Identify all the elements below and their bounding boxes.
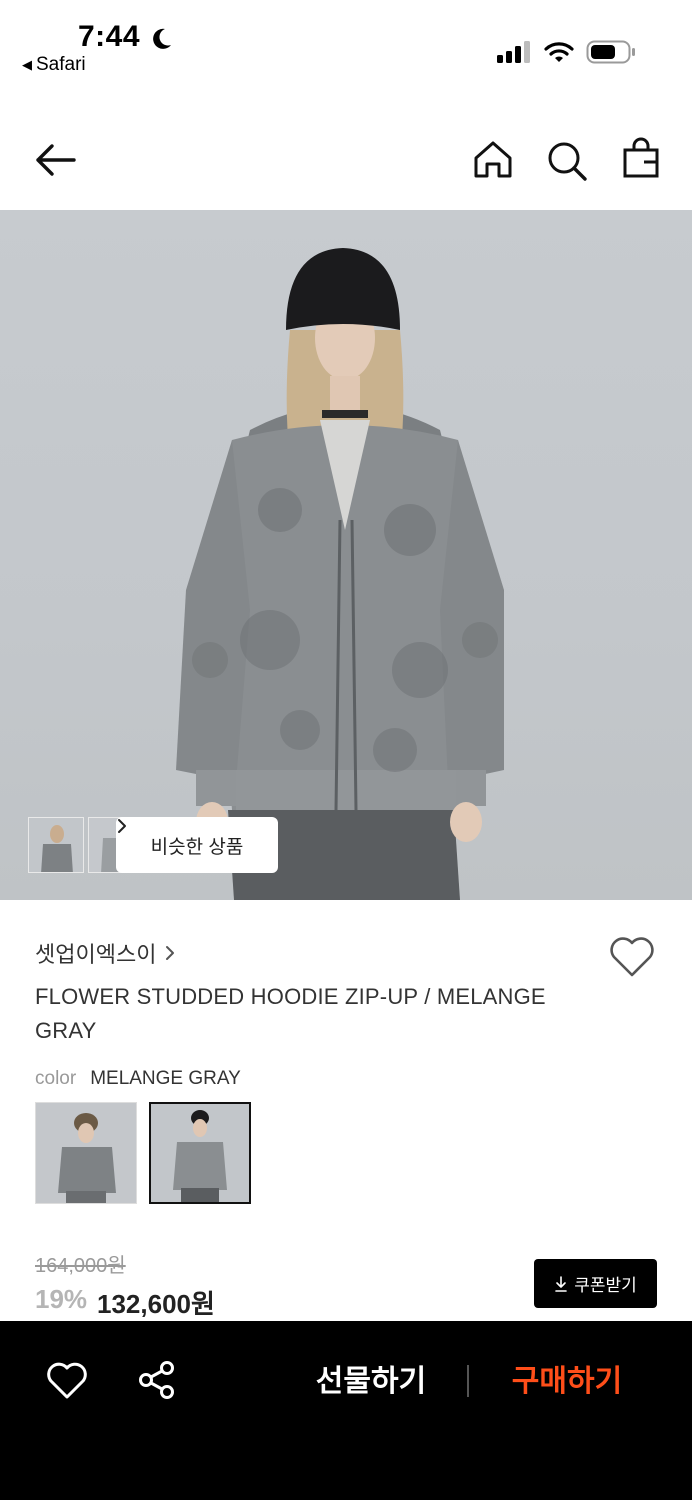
bottom-heart-icon[interactable] [46,1361,88,1401]
color-value: MELANGE GRAY [90,1068,241,1089]
back-triangle-icon: ◀ [22,57,32,72]
similar-products-button[interactable]: 비슷한 상품 [116,817,278,873]
chevron-right-icon [118,819,126,833]
buy-button[interactable]: 구매하기 [496,1361,638,1403]
home-icon[interactable] [470,134,516,186]
status-bar: 7:44 ◀ Safari [0,0,692,90]
model-illustration [176,248,504,900]
color-swatches [35,1102,251,1204]
bottom-action-bar: 선물하기 구매하기 [0,1321,692,1500]
wifi-icon [544,42,574,62]
top-nav-bar [0,110,692,210]
coupon-label: 쿠폰받기 [574,1276,637,1295]
download-icon [555,1275,568,1292]
signal-icon [497,41,530,63]
thumbnail-1[interactable] [28,817,84,873]
similar-products-label: 비슷한 상품 [150,836,244,858]
color-swatch-2[interactable] [149,1102,251,1204]
status-time: 7:44 [78,20,141,53]
brand-link[interactable]: 셋업이엑스이 [35,937,176,969]
original-price: 164,000원 [35,1255,126,1277]
battery-icon [586,40,635,64]
coupon-download-button[interactable]: 쿠폰받기 [534,1259,657,1308]
search-icon[interactable] [544,134,590,186]
color-label: color [35,1068,77,1089]
gift-button[interactable]: 선물하기 [300,1361,442,1403]
product-title: FLOWER STUDDED HOODIE ZIP-UP / MELANGE G… [35,984,546,1043]
bottom-divider [467,1365,469,1397]
back-app-label: Safari [36,54,86,75]
back-arrow-icon[interactable] [30,134,82,186]
wishlist-heart-icon[interactable] [608,935,656,979]
moon-icon [153,28,171,49]
discount-rate: 19% [35,1284,88,1314]
sale-price: 132,600원 [97,1289,215,1319]
brand-name: 셋업이엑스이 [35,942,157,967]
product-hero-image[interactable]: 비슷한 상품 [0,210,692,900]
back-to-app-link[interactable]: ◀ Safari [22,54,86,76]
color-swatch-1[interactable] [35,1102,137,1204]
chevron-right-icon [166,946,175,960]
share-icon[interactable] [136,1359,178,1401]
color-row: color MELANGE GRAY [35,1068,241,1090]
shopping-bag-icon[interactable] [618,134,664,186]
